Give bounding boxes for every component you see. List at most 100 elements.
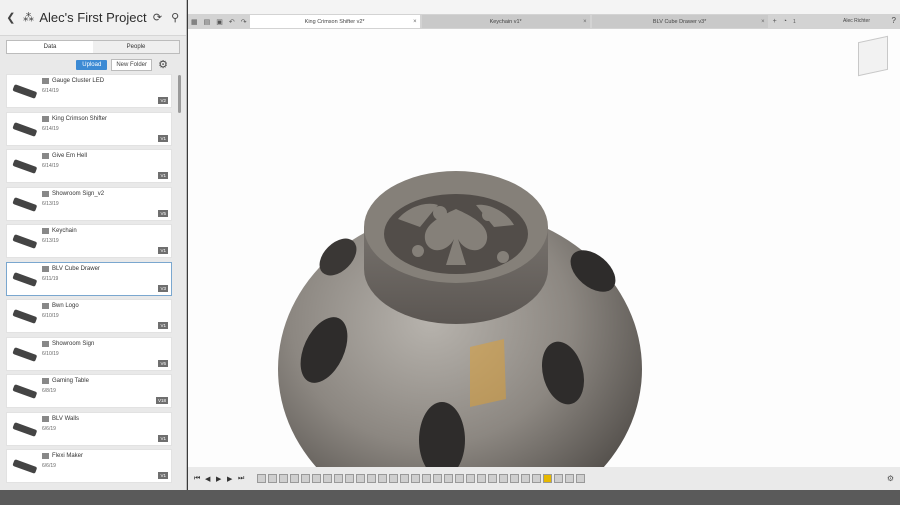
timeline-feature-icon[interactable] [290, 474, 299, 483]
search-icon[interactable]: ⚲ [168, 11, 182, 25]
step-forward-icon[interactable]: ▶ [227, 475, 238, 483]
knob-thumb [12, 122, 37, 136]
skip-start-icon[interactable]: ⏮ [194, 475, 205, 483]
timeline-feature-icon[interactable] [565, 474, 574, 483]
timeline-feature-icon[interactable] [422, 474, 431, 483]
file-item[interactable]: Flexi Maker 6/6/19 V1 [6, 449, 172, 483]
timeline-feature-icon[interactable] [433, 474, 442, 483]
step-back-icon[interactable]: ◀ [205, 475, 216, 483]
close-icon[interactable]: × [583, 19, 587, 25]
design-cube-icon [42, 453, 49, 459]
file-date: 6/14/19 [42, 163, 59, 169]
timeline-feature-icon[interactable] [400, 474, 409, 483]
doc-tab-label: Keychain v1* [489, 18, 522, 25]
design-cube-icon [42, 340, 49, 347]
list-scrollbar[interactable] [178, 75, 181, 113]
drawer-thumb [12, 272, 37, 286]
file-item[interactable]: BLV Walls 6/6/19 V1 [6, 411, 172, 446]
new-tab-icon[interactable]: + [770, 18, 780, 25]
version-badge: V5 [158, 209, 168, 217]
timeline-settings-icon[interactable]: ⚙ [887, 474, 894, 483]
timeline-feature-icon[interactable] [323, 474, 332, 483]
grid-menu-icon[interactable]: ▦ [188, 18, 201, 26]
user-name[interactable]: Alec Richter [843, 18, 870, 24]
timeline-feature-icon[interactable] [268, 474, 277, 483]
timeline-feature-icon[interactable] [554, 474, 563, 483]
timeline-feature-icon[interactable] [279, 474, 288, 483]
file-date: 6/8/19 [42, 388, 56, 394]
file-item[interactable]: Gaming Table 6/8/19 V18 [6, 374, 172, 408]
timeline-feature-icon[interactable] [543, 474, 552, 483]
back-chevron-icon[interactable]: ❮ [4, 11, 18, 25]
timeline-feature-icon[interactable] [521, 474, 530, 483]
new-folder-button[interactable]: New Folder [111, 58, 152, 71]
file-name: Bwn Logo [52, 303, 79, 309]
design-cube-icon [42, 265, 49, 272]
doc-tab-king-crimson[interactable]: King Crimson Shifter v2* × [249, 15, 420, 28]
file-item[interactable]: Showroom Sign_v2 6/13/19 V5 [6, 186, 172, 221]
undo-icon[interactable]: ↶ [226, 18, 238, 26]
doc-tab-cube-drawer[interactable]: BLV Cube Drawer v3* × [591, 15, 768, 28]
help-icon[interactable]: ? [892, 16, 896, 25]
close-icon[interactable]: × [413, 19, 417, 25]
timeline-feature-icon[interactable] [455, 474, 464, 483]
file-item[interactable]: Give Em Hell 6/14/19 V1 [6, 149, 172, 183]
timeline-feature-icon[interactable] [510, 474, 519, 483]
file-name: King Crimson Shifter [52, 115, 108, 122]
upload-button[interactable]: Upload [76, 59, 108, 70]
timeline-feature-icon[interactable] [477, 474, 486, 483]
refresh-icon[interactable]: ⟳ [151, 11, 165, 25]
gear-icon[interactable]: ⚙ [156, 58, 170, 72]
document-tab-bar: ▦ ▤ ▣ ↶ ↷ King Crimson Shifter v2* × Keyc… [188, 14, 900, 29]
save-icon[interactable]: ▣ [213, 18, 226, 26]
hex-thumb [12, 347, 37, 361]
tab-people[interactable]: People [93, 41, 179, 53]
file-menu-icon[interactable]: ▤ [201, 18, 214, 26]
file-item[interactable]: Gauge Cluster LED 6/14/19 V2 [6, 74, 172, 108]
file-item[interactable]: Bwn Logo 6/10/19 V1 [6, 299, 172, 333]
file-item[interactable]: King Crimson Shifter 6/14/19 V1 [6, 111, 172, 146]
version-badge: V18 [155, 397, 168, 404]
timeline-feature-icon[interactable] [389, 474, 398, 483]
tab-data[interactable]: Data [7, 41, 93, 53]
shifter-model [278, 171, 642, 467]
timeline-feature-icon[interactable] [411, 474, 420, 483]
timeline-feature-icon[interactable] [301, 474, 310, 483]
job-status-icon[interactable]: ◔ [780, 18, 790, 25]
data-panel: ❮ ⁂ Alec's First Project ⟳ ⚲ Data People… [0, 0, 187, 490]
bottom-bar [0, 490, 900, 505]
timeline-feature-icon[interactable] [367, 474, 376, 483]
doc-tab-keychain[interactable]: Keychain v1* × [421, 15, 590, 28]
timeline-feature-icon[interactable] [576, 474, 585, 483]
file-date: 6/13/19 [42, 200, 59, 207]
timeline-feature-icon[interactable] [378, 474, 387, 483]
timeline-feature-icon[interactable] [499, 474, 508, 483]
timeline-feature-icon[interactable] [466, 474, 475, 483]
file-item[interactable]: Keychain 6/13/19 V1 [6, 224, 172, 258]
3d-viewport[interactable] [188, 29, 900, 467]
timeline-feature-icon[interactable] [257, 474, 266, 483]
version-badge: V1 [158, 322, 168, 329]
timeline-feature-icon[interactable] [356, 474, 365, 483]
project-title: Alec's First Project [39, 10, 147, 25]
file-date: 6/14/19 [42, 88, 59, 94]
timeline-feature-icon[interactable] [312, 474, 321, 483]
timeline-feature-icon[interactable] [488, 474, 497, 483]
timeline-feature-icon[interactable] [334, 474, 343, 483]
timeline-feature-icon[interactable] [345, 474, 354, 483]
close-icon[interactable]: × [761, 19, 765, 25]
redo-icon[interactable]: ↷ [238, 18, 250, 26]
timeline-feature-icon[interactable] [444, 474, 453, 483]
file-item[interactable]: BLV Cube Drawer 6/11/19 V3 [6, 261, 172, 296]
table-thumb [12, 384, 37, 399]
play-icon[interactable]: ▶ [216, 475, 227, 483]
viewcube-icon[interactable] [858, 35, 888, 77]
version-badge: V2 [158, 97, 168, 104]
file-name: BLV Walls [52, 415, 80, 422]
top-strip [188, 0, 900, 14]
version-badge: V1 [158, 247, 168, 254]
skip-end-icon[interactable]: ⏭ [238, 475, 249, 483]
timeline-feature-icon[interactable] [532, 474, 541, 483]
hub-icon: ⁂ [23, 12, 35, 24]
file-item[interactable]: Showroom Sign 6/10/19 V6 [6, 336, 172, 371]
